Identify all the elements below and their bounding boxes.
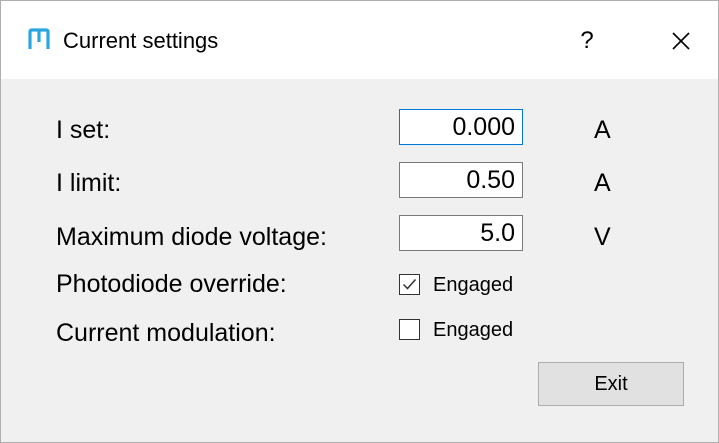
m-logo-icon xyxy=(28,28,50,49)
i-limit-input[interactable]: 0.50 xyxy=(399,162,523,198)
i-set-input[interactable]: 0.000 xyxy=(399,109,523,145)
i-set-unit: A xyxy=(594,116,611,144)
max-diode-voltage-input[interactable]: 5.0 xyxy=(399,215,523,251)
photodiode-override-checkbox[interactable] xyxy=(399,274,420,295)
check-mark-icon xyxy=(402,279,417,290)
close-button[interactable] xyxy=(661,21,701,61)
max-diode-voltage-label: Maximum diode voltage: xyxy=(56,223,327,251)
i-limit-label: I limit: xyxy=(56,169,122,197)
photodiode-override-engaged-label: Engaged xyxy=(433,274,514,296)
i-set-label: I set: xyxy=(56,116,111,144)
current-settings-dialog: Current settings ? I set: 0.000 A I limi… xyxy=(0,0,719,443)
current-modulation-checkbox[interactable] xyxy=(399,319,420,340)
i-limit-unit: A xyxy=(594,169,611,197)
photodiode-override-label: Photodiode override: xyxy=(56,270,287,298)
window-title: Current settings xyxy=(63,28,219,53)
title-bar: Current settings ? xyxy=(1,1,718,79)
close-icon xyxy=(672,32,690,50)
max-diode-voltage-unit: V xyxy=(594,223,611,251)
exit-button[interactable]: Exit xyxy=(538,362,684,406)
help-icon: ? xyxy=(580,27,594,54)
current-modulation-label: Current modulation: xyxy=(56,319,276,347)
current-modulation-engaged-label: Engaged xyxy=(433,319,514,341)
help-button[interactable]: ? xyxy=(567,21,607,61)
